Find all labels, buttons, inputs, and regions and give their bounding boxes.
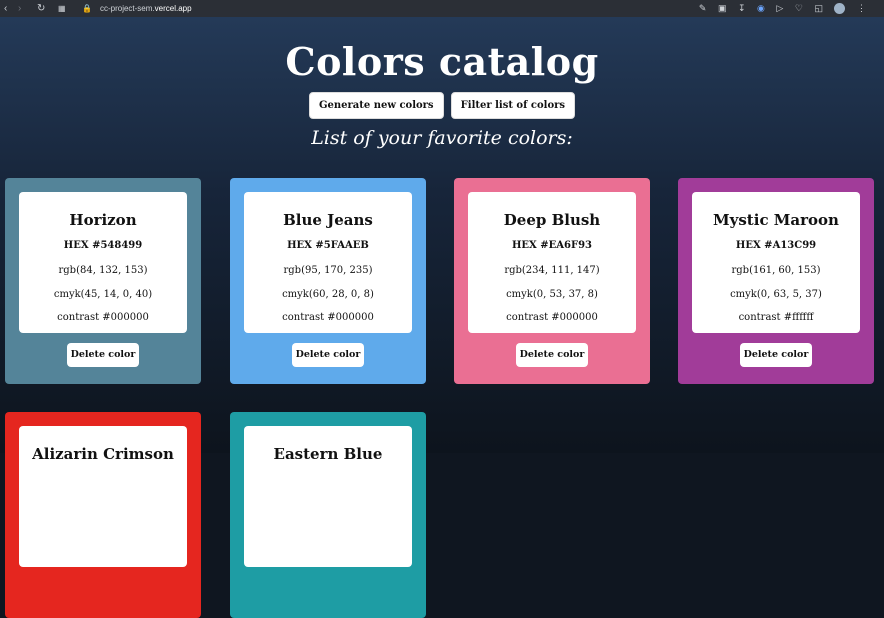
url-domain: vercel.app	[154, 4, 192, 13]
color-cmyk: cmyk(0, 63, 5, 37)	[730, 289, 822, 300]
generate-colors-button[interactable]: Generate new colors	[308, 92, 444, 119]
address-bar[interactable]: 🔒 cc-project-sem.vercel.app	[82, 0, 192, 17]
delete-color-button[interactable]: Delete color	[67, 343, 139, 367]
cube-icon[interactable]: ◱	[814, 3, 823, 13]
color-hex: HEX #EA6F93	[511, 240, 593, 251]
delete-color-button[interactable]: Delete color	[292, 343, 364, 367]
back-icon[interactable]: ‹	[4, 0, 7, 17]
extension-icons: ✎ ▣ ↧ ◉ ▷ ♡ ◱ ⋮	[690, 0, 866, 17]
color-card: Mystic Maroon HEX #A13C99 rgb(161, 60, 1…	[678, 178, 874, 384]
color-name: Horizon	[69, 211, 137, 229]
color-cmyk: cmyk(0, 53, 37, 8)	[506, 289, 598, 300]
color-card: Alizarin Crimson	[5, 412, 201, 618]
lock-icon: 🔒	[82, 4, 92, 13]
color-info: Deep Blush HEX #EA6F93 rgb(234, 111, 147…	[468, 192, 636, 333]
heart-icon[interactable]: ♡	[795, 3, 803, 13]
page-subtitle: List of your favorite colors:	[311, 127, 573, 149]
reload-icon[interactable]: ↻	[37, 0, 45, 17]
color-hex: HEX #5FAAEB	[287, 240, 369, 251]
send-icon[interactable]: ▷	[776, 3, 783, 13]
browser-toolbar: ‹ › ↻ ▦ 🔒 cc-project-sem.vercel.app ✎ ▣ ↧…	[0, 0, 884, 17]
color-name: Eastern Blue	[273, 445, 383, 463]
color-hex: HEX #A13C99	[735, 240, 817, 251]
action-buttons: Generate new colors Filter list of color…	[0, 92, 884, 119]
menu-icon[interactable]: ⋮	[857, 3, 866, 13]
color-info: Eastern Blue	[244, 426, 412, 567]
color-rgb: rgb(95, 170, 235)	[283, 265, 373, 276]
shield-icon[interactable]: ◉	[757, 3, 765, 13]
color-contrast: contrast #000000	[282, 312, 374, 323]
color-card: Horizon HEX #548499 rgb(84, 132, 153) cm…	[5, 178, 201, 384]
color-rgb: rgb(84, 132, 153)	[58, 265, 148, 276]
page-title: Colors catalog	[285, 39, 599, 84]
color-card: Deep Blush HEX #EA6F93 rgb(234, 111, 147…	[454, 178, 650, 384]
color-rgb: rgb(161, 60, 153)	[731, 265, 821, 276]
forward-icon[interactable]: ›	[18, 0, 21, 17]
color-info: Blue Jeans HEX #5FAAEB rgb(95, 170, 235)…	[244, 192, 412, 333]
color-info: Mystic Maroon HEX #A13C99 rgb(161, 60, 1…	[692, 192, 860, 333]
color-contrast: contrast #000000	[506, 312, 598, 323]
camera-icon[interactable]: ▣	[718, 3, 727, 13]
filter-colors-button[interactable]: Filter list of colors	[450, 92, 576, 119]
edit-icon[interactable]: ✎	[699, 3, 707, 13]
color-info: Horizon HEX #548499 rgb(84, 132, 153) cm…	[19, 192, 187, 333]
color-cmyk: cmyk(60, 28, 0, 8)	[282, 289, 374, 300]
delete-color-button[interactable]: Delete color	[516, 343, 588, 367]
color-contrast: contrast #ffffff	[738, 312, 814, 323]
color-rgb: rgb(234, 111, 147)	[504, 265, 600, 276]
delete-color-button[interactable]: Delete color	[740, 343, 812, 367]
color-name: Alizarin Crimson	[32, 445, 174, 463]
color-info: Alizarin Crimson	[19, 426, 187, 567]
download-icon[interactable]: ↧	[738, 3, 746, 13]
avatar[interactable]	[834, 3, 846, 15]
color-hex: HEX #548499	[63, 240, 143, 251]
apps-grid-icon[interactable]: ▦	[58, 0, 66, 17]
avatar-icon	[834, 3, 846, 15]
color-cmyk: cmyk(45, 14, 0, 40)	[53, 289, 153, 300]
color-card: Blue Jeans HEX #5FAAEB rgb(95, 170, 235)…	[230, 178, 426, 384]
color-contrast: contrast #000000	[57, 312, 149, 323]
color-name: Blue Jeans	[283, 211, 373, 229]
url-prefix: cc-project-sem.	[99, 4, 155, 13]
app-page: Colors catalog Generate new colors Filte…	[0, 17, 884, 618]
color-card: Eastern Blue	[230, 412, 426, 618]
color-name: Mystic Maroon	[713, 211, 839, 229]
color-name: Deep Blush	[503, 211, 601, 229]
